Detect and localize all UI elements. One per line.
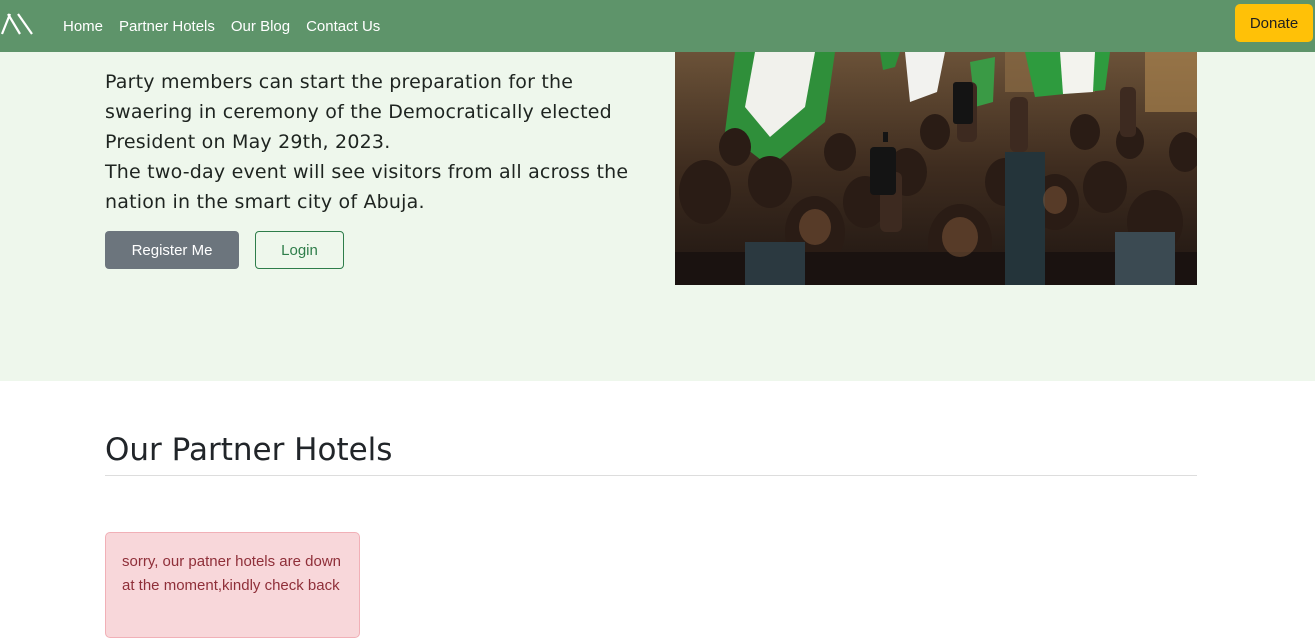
hero-text: Party members can start the preparation …: [105, 67, 645, 217]
nav-link-partner-hotels[interactable]: Partner Hotels: [119, 18, 215, 35]
hero-line: swaering in ceremony of the Democratical…: [105, 101, 612, 123]
nav-links: Home Partner Hotels Our Blog Contact Us: [63, 0, 396, 52]
hero-line: President on May 29th, 2023.: [105, 131, 391, 153]
section-divider: [105, 475, 1197, 476]
nav-link-our-blog[interactable]: Our Blog: [231, 18, 290, 35]
hero-line: nation in the smart city of Abuja.: [105, 191, 425, 213]
nav-link-contact-us[interactable]: Contact Us: [306, 18, 380, 35]
crowd-photo-image: [675, 52, 1197, 285]
register-button[interactable]: Register Me: [105, 231, 239, 269]
login-button[interactable]: Login: [255, 231, 344, 269]
navbar: Home Partner Hotels Our Blog Contact Us …: [0, 0, 1315, 52]
hotels-unavailable-alert: sorry, our patner hotels are down at the…: [105, 532, 360, 638]
logo-slashes-icon[interactable]: [0, 10, 36, 38]
hero-line: The two-day event will see visitors from…: [105, 161, 629, 183]
hero-line: Party members can start the preparation …: [105, 71, 574, 93]
nav-link-home[interactable]: Home: [63, 18, 103, 35]
donate-button[interactable]: Donate: [1235, 4, 1313, 42]
partner-hotels-title: Our Partner Hotels: [105, 432, 393, 468]
hero-section: Party members can start the preparation …: [0, 52, 1315, 381]
